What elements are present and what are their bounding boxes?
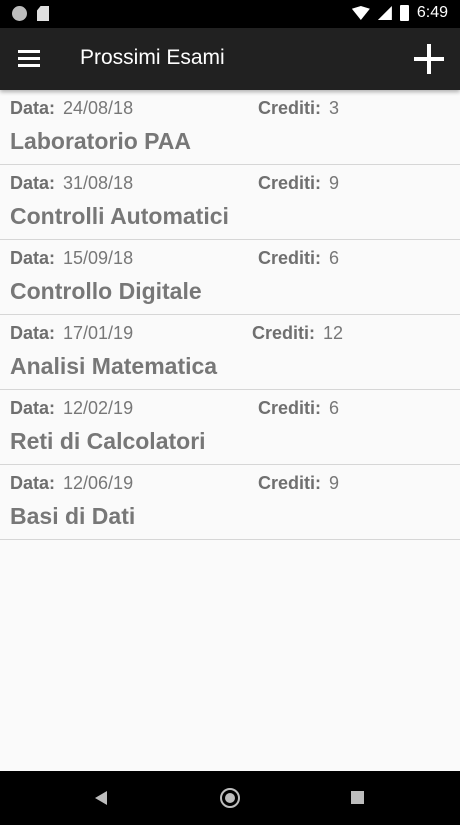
- exam-name: Laboratorio PAA: [10, 128, 192, 154]
- back-icon[interactable]: [95, 791, 107, 805]
- exam-credits-group: Crediti: 6: [258, 398, 339, 419]
- page-title: Prossimi Esami: [80, 46, 225, 69]
- exam-list-item[interactable]: Data: 31/08/18 Crediti: 9 Controlli Automati…: [0, 165, 460, 240]
- wifi-icon: [351, 6, 370, 20]
- exam-list-item[interactable]: Data: 12/06/19 Crediti: 9 Basi di Dati: [0, 465, 460, 540]
- exam-date-group: Data: 31/08/18: [10, 173, 133, 194]
- credits-label: Crediti:: [258, 248, 321, 268]
- status-left: [12, 6, 49, 21]
- exam-name: Basi di Dati: [10, 503, 136, 529]
- exam-credits-group: Crediti: 12: [252, 323, 343, 344]
- exam-date-group: Data: 24/08/18: [10, 98, 133, 119]
- exam-date: 17/01/19: [63, 323, 134, 343]
- navigation-bar: [0, 771, 460, 825]
- exam-date: 12/06/19: [63, 473, 134, 493]
- exam-credits: 12: [323, 323, 344, 343]
- sd-card-icon: [37, 6, 49, 21]
- exam-date: 15/09/18: [63, 248, 134, 268]
- battery-icon: [399, 5, 409, 21]
- exam-date: 24/08/18: [63, 98, 134, 118]
- date-label: Data:: [10, 398, 56, 418]
- exam-info-row: Data: 17/01/19 Crediti: 12: [10, 323, 460, 345]
- date-label: Data:: [10, 323, 56, 343]
- exam-list: Data: 24/08/18 Crediti: 3 Laboratorio PAA Dat…: [0, 90, 460, 540]
- exam-list-item[interactable]: Data: 15/09/18 Crediti: 6 Controllo Digitale: [0, 240, 460, 315]
- date-label: Data:: [10, 173, 56, 193]
- exam-info-row: Data: 31/08/18 Crediti: 9: [10, 173, 460, 195]
- status-time: 6:49: [416, 4, 448, 21]
- exam-credits-group: Crediti: 3: [258, 98, 339, 119]
- exam-name: Controllo Digitale: [10, 278, 202, 304]
- date-label: Data:: [10, 248, 56, 268]
- credits-label: Crediti:: [258, 473, 321, 493]
- exam-date: 31/08/18: [63, 173, 134, 193]
- exam-credits: 3: [329, 98, 340, 118]
- menu-icon[interactable]: [18, 50, 40, 68]
- exam-list-item[interactable]: Data: 17/01/19 Crediti: 12 Analisi Matematic…: [0, 315, 460, 390]
- exam-credits-group: Crediti: 6: [258, 248, 339, 269]
- exam-list-item[interactable]: Data: 24/08/18 Crediti: 3 Laboratorio PAA: [0, 90, 460, 165]
- exam-name: Reti di Calcolatori: [10, 428, 206, 454]
- date-label: Data:: [10, 473, 56, 493]
- recents-icon[interactable]: [351, 791, 364, 804]
- notification-dot-icon: [12, 6, 27, 21]
- home-icon[interactable]: [220, 788, 240, 808]
- exam-info-row: Data: 12/02/19 Crediti: 6: [10, 398, 460, 420]
- exam-credits-group: Crediti: 9: [258, 173, 339, 194]
- exam-credits: 6: [329, 398, 340, 418]
- signal-icon: [377, 6, 392, 20]
- exam-credits-group: Crediti: 9: [258, 473, 339, 494]
- exam-date: 12/02/19: [63, 398, 134, 418]
- exam-info-row: Data: 24/08/18 Crediti: 3: [10, 98, 460, 120]
- credits-label: Crediti:: [252, 323, 315, 343]
- credits-label: Crediti:: [258, 398, 321, 418]
- credits-label: Crediti:: [258, 98, 321, 118]
- credits-label: Crediti:: [258, 173, 321, 193]
- status-bar: 6:49: [0, 0, 460, 28]
- add-icon[interactable]: [414, 44, 444, 74]
- exam-info-row: Data: 12/06/19 Crediti: 9: [10, 473, 460, 495]
- exam-credits: 9: [329, 473, 340, 493]
- exam-date-group: Data: 15/09/18: [10, 248, 133, 269]
- date-label: Data:: [10, 98, 56, 118]
- app-bar: Prossimi Esami: [0, 28, 460, 90]
- exam-credits: 6: [329, 248, 340, 268]
- exam-date-group: Data: 12/06/19: [10, 473, 133, 494]
- exam-date-group: Data: 12/02/19: [10, 398, 133, 419]
- exam-list-item[interactable]: Data: 12/02/19 Crediti: 6 Reti di Calcolator…: [0, 390, 460, 465]
- exam-credits: 9: [329, 173, 340, 193]
- status-right: 6:49: [351, 4, 448, 22]
- exam-name: Controlli Automatici: [10, 203, 229, 229]
- exam-info-row: Data: 15/09/18 Crediti: 6: [10, 248, 460, 270]
- exam-name: Analisi Matematica: [10, 353, 218, 379]
- exam-date-group: Data: 17/01/19: [10, 323, 133, 344]
